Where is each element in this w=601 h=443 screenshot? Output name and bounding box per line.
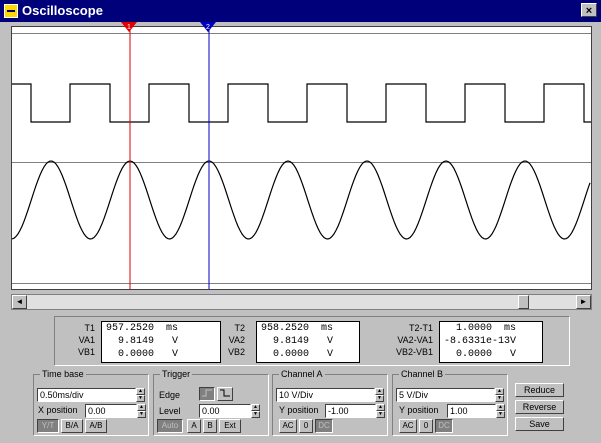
scroll-thumb[interactable] xyxy=(518,295,529,309)
channel-a-ac-button[interactable]: AC xyxy=(279,419,297,433)
channel-b-scale-select[interactable]: 5 V/Div xyxy=(396,388,495,402)
trigger-level-input[interactable]: 0.00 xyxy=(199,404,251,418)
waveform-display xyxy=(11,27,591,289)
trigger-a-button[interactable]: A xyxy=(187,419,201,433)
vb2-vb1-label: VB2-VB1 xyxy=(395,347,433,357)
mode-yt-button[interactable]: Y/T xyxy=(37,419,59,433)
channel-a-ypos-spinner[interactable]: ▲ ▼ xyxy=(376,404,385,418)
trigger-group: Trigger Edge Level 0.00 ▲ ▼ Auto A B Ext xyxy=(153,369,269,436)
xpos-spinner[interactable]: ▲ ▼ xyxy=(137,404,146,418)
timebase-select[interactable]: 0.50ms/div xyxy=(37,388,136,402)
edge-label: Edge xyxy=(159,390,181,400)
xpos-input[interactable]: 0.00 xyxy=(85,404,137,418)
save-button[interactable]: Save xyxy=(515,417,564,431)
va1-label: VA1 xyxy=(78,335,95,345)
va2-va1-label: VA2-VA1 xyxy=(397,335,433,345)
sine-wave-trace xyxy=(11,160,591,240)
channel-b-title: Channel B xyxy=(399,369,446,379)
t2-label: T2 xyxy=(234,323,245,333)
channel-b-dc-button[interactable]: DC xyxy=(435,419,453,433)
channel-b-ypos-input[interactable]: 1.00 xyxy=(447,404,496,418)
timebase-title: Time base xyxy=(40,369,86,379)
title-bar: Oscilloscope × xyxy=(0,0,601,22)
channel-a-zero-button[interactable]: 0 xyxy=(299,419,313,433)
cursor-1-marker[interactable]: 1 xyxy=(121,22,137,32)
channel-b-ypos-label: Y position xyxy=(399,405,439,415)
channel-b-scale-spinner[interactable]: ▲ ▼ xyxy=(495,388,504,402)
mode-ba-button[interactable]: B/A xyxy=(61,419,83,433)
t1-label: T1 xyxy=(84,323,95,333)
app-icon xyxy=(4,4,18,18)
mode-ab-button[interactable]: A/B xyxy=(85,419,107,433)
square-wave-trace xyxy=(12,83,591,123)
trigger-auto-button[interactable]: Auto xyxy=(157,419,183,433)
difference-values: 1.0000 ms -8.6331e-13V 0.0000 V xyxy=(439,321,543,363)
trigger-title: Trigger xyxy=(160,369,193,379)
reverse-button[interactable]: Reverse xyxy=(515,400,564,414)
window-title: Oscilloscope xyxy=(22,3,103,18)
rising-edge-icon[interactable] xyxy=(199,387,215,401)
channel-b-ac-button[interactable]: AC xyxy=(399,419,417,433)
channel-b-ypos-spinner[interactable]: ▲ ▼ xyxy=(496,404,505,418)
cursor-2-marker[interactable]: 2 xyxy=(200,22,216,32)
channel-a-ypos-input[interactable]: -1.00 xyxy=(325,404,376,418)
channel-a-title: Channel A xyxy=(279,369,325,379)
trigger-b-button[interactable]: B xyxy=(203,419,217,433)
t2-t1-label: T2-T1 xyxy=(408,323,433,333)
timebase-group: Time base 0.50ms/div ▲ ▼ X position 0.00 … xyxy=(33,369,149,436)
trigger-level-spinner[interactable]: ▲ ▼ xyxy=(251,404,260,418)
va2-label: VA2 xyxy=(228,335,245,345)
channel-a-dc-button[interactable]: DC xyxy=(315,419,333,433)
channel-a-scale-spinner[interactable]: ▲ ▼ xyxy=(375,388,384,402)
xpos-label: X position xyxy=(38,405,78,415)
level-label: Level xyxy=(159,406,181,416)
vb2-label: VB2 xyxy=(227,347,245,357)
close-button[interactable]: × xyxy=(581,3,597,17)
falling-edge-icon[interactable] xyxy=(217,387,233,401)
oscilloscope-screen xyxy=(11,26,592,290)
svg-text:2: 2 xyxy=(206,24,210,31)
reduce-button[interactable]: Reduce xyxy=(515,383,564,397)
channel-a-ypos-label: Y position xyxy=(279,405,319,415)
svg-text:1: 1 xyxy=(127,24,131,31)
trigger-ext-button[interactable]: Ext xyxy=(219,419,241,433)
scroll-left-button[interactable]: ◄ xyxy=(12,295,27,309)
channel-b-zero-button[interactable]: 0 xyxy=(419,419,433,433)
cursor-readout-panel: T1 VA1 VB1 957.2520 ms 9.8149 V 0.0000 V… xyxy=(54,316,570,366)
vb1-label: VB1 xyxy=(77,347,95,357)
timebase-spinner[interactable]: ▲ ▼ xyxy=(136,388,145,402)
channel-a-group: Channel A 10 V/Div ▲ ▼ Y position -1.00 ▲… xyxy=(272,369,388,436)
cursor-2-values: 958.2520 ms 9.8149 V 0.0000 V xyxy=(256,321,360,363)
channel-a-scale-select[interactable]: 10 V/Div xyxy=(276,388,375,402)
horizontal-scrollbar[interactable]: ◄ ► xyxy=(11,294,592,310)
channel-b-group: Channel B 5 V/Div ▲ ▼ Y position 1.00 ▲ ▼ … xyxy=(392,369,508,436)
scroll-right-button[interactable]: ► xyxy=(576,295,591,309)
